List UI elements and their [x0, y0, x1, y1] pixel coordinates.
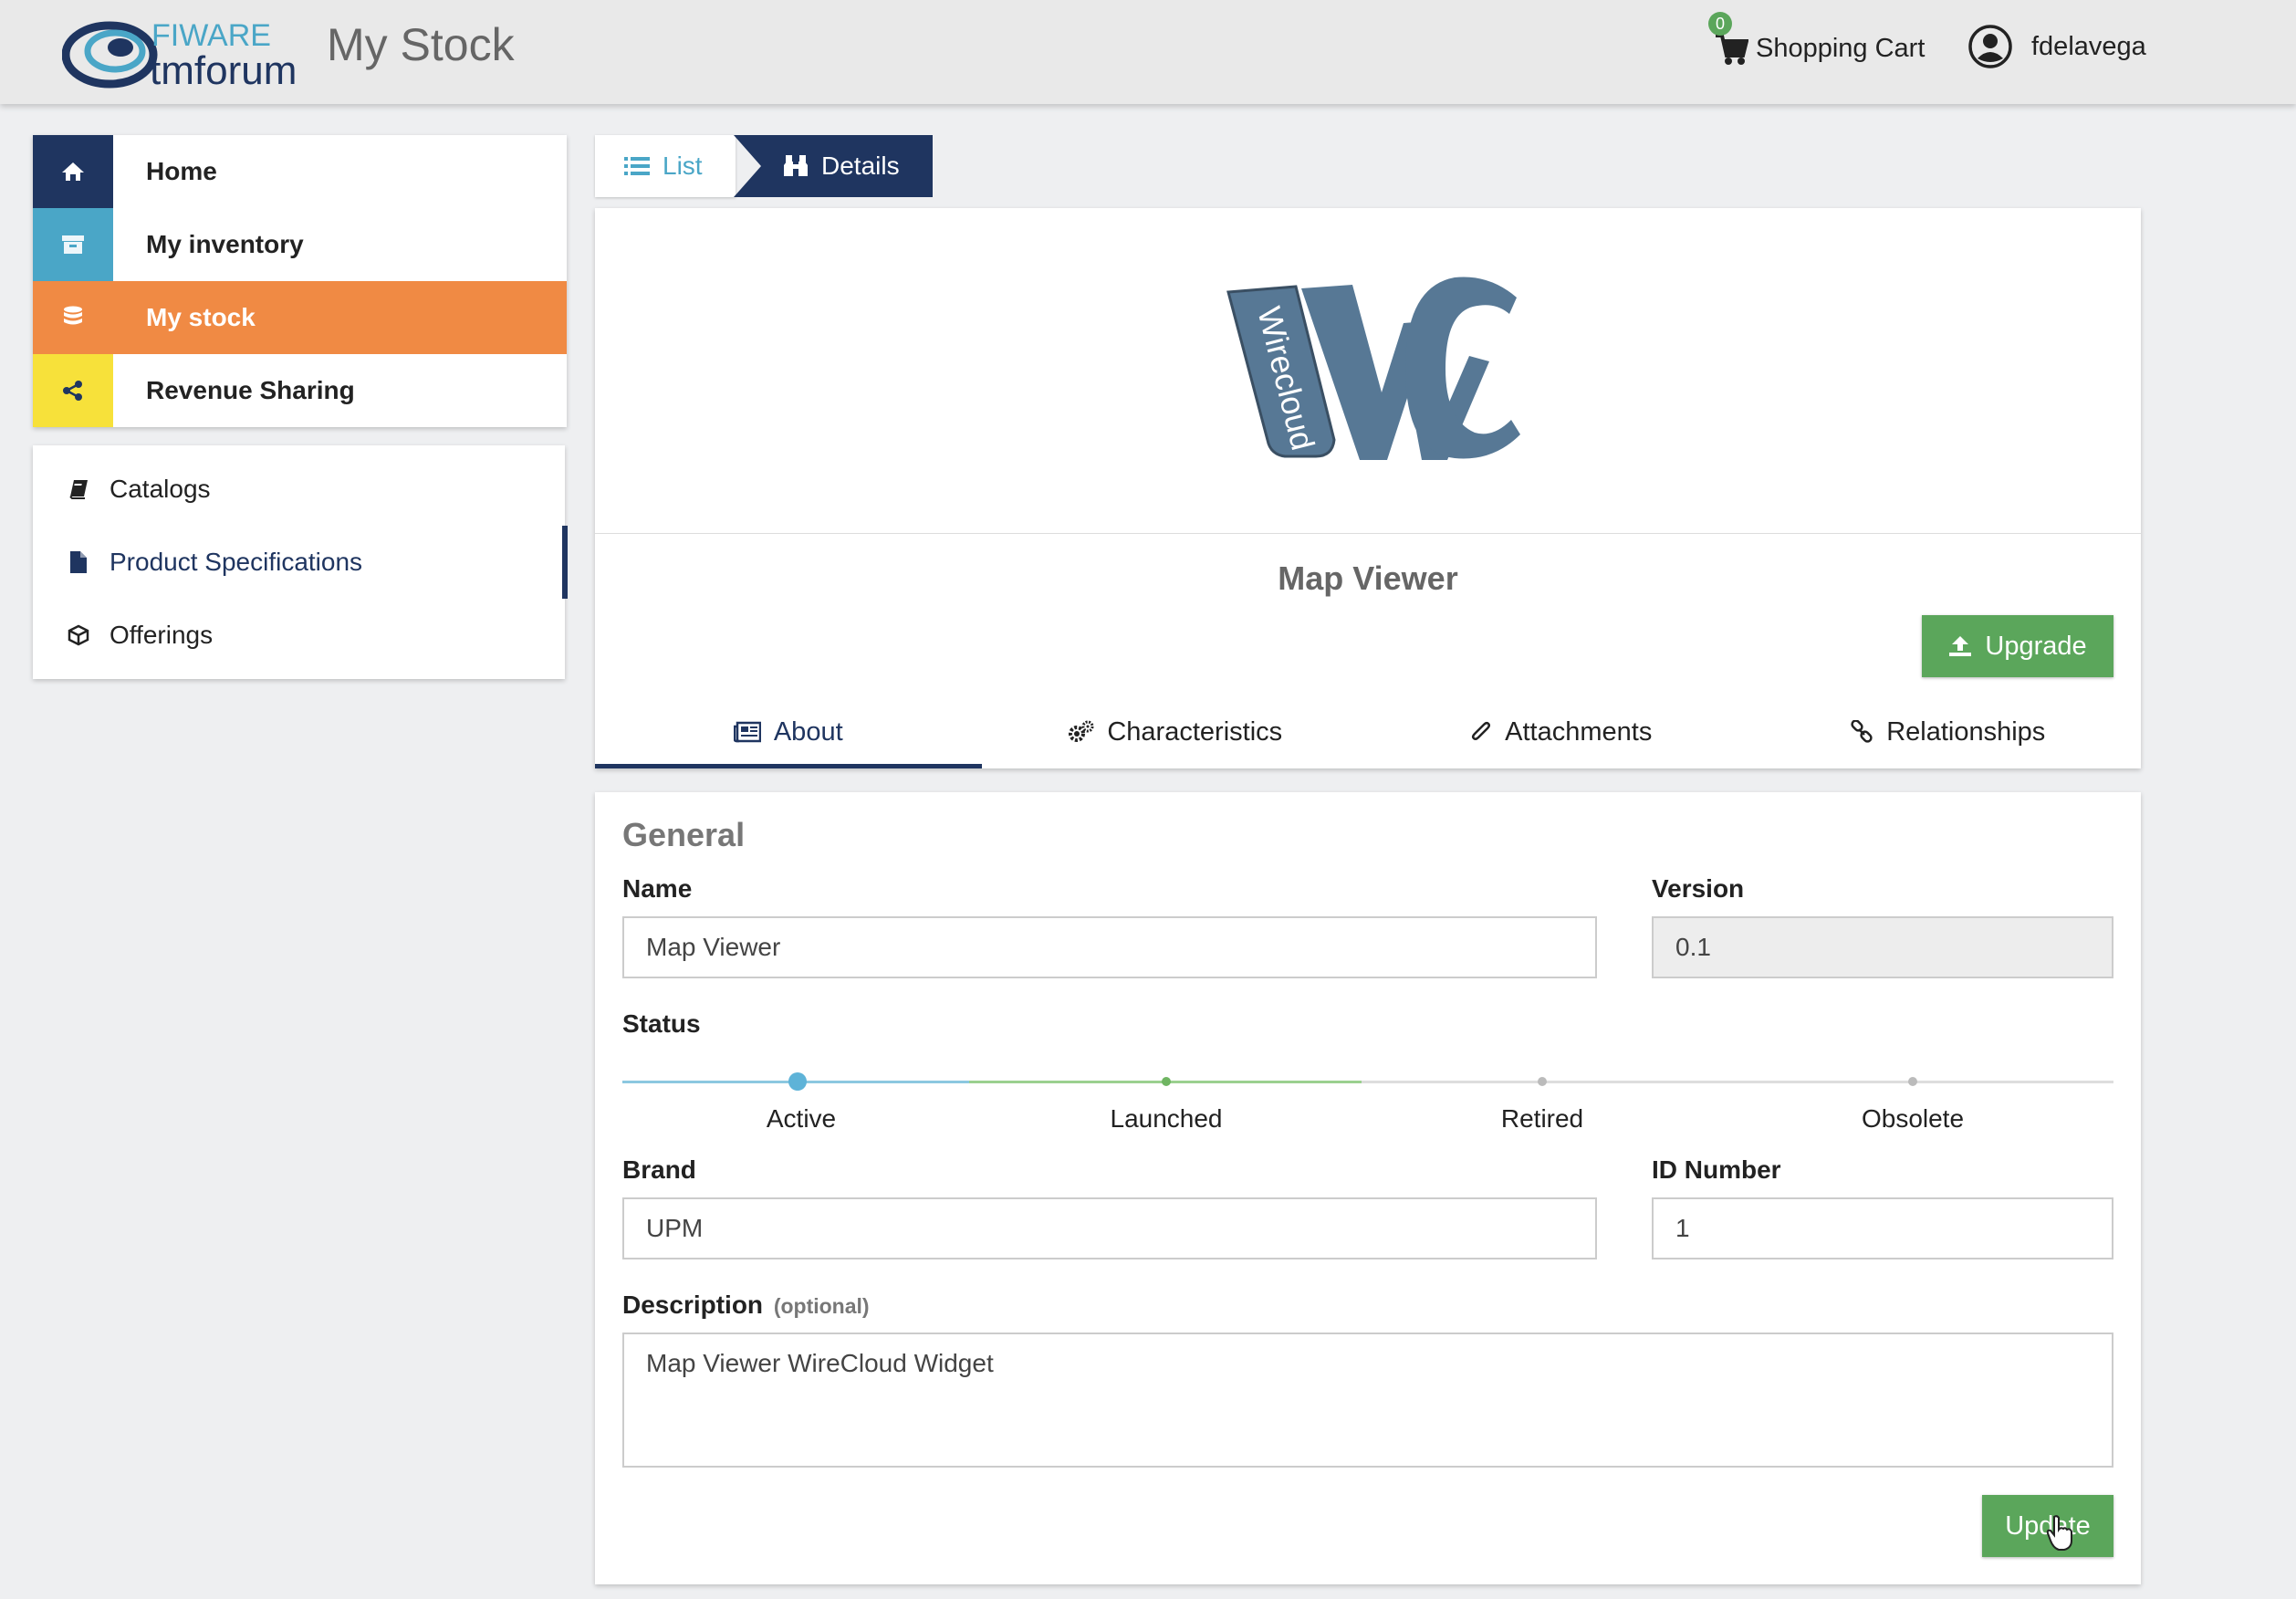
- tab-attachments[interactable]: Attachments: [1368, 695, 1755, 768]
- name-input[interactable]: [622, 916, 1597, 978]
- file-icon: [62, 550, 95, 574]
- cube-icon: [62, 624, 95, 646]
- status-step-obsolete[interactable]: Obsolete: [1862, 1104, 1964, 1134]
- shopping-cart-button[interactable]: 0 Shopping Cart: [1708, 12, 1926, 71]
- name-label: Name: [622, 874, 693, 903]
- cart-count-badge: 0: [1708, 12, 1732, 36]
- product-name: Map Viewer: [1278, 559, 1458, 597]
- share-icon: [33, 354, 113, 427]
- nav-item-label: Revenue Sharing: [146, 376, 355, 404]
- general-form: General Name Version Status Active Launc…: [595, 792, 2141, 1584]
- id-number-input[interactable]: [1652, 1197, 2113, 1259]
- cogs-icon: [1067, 720, 1094, 744]
- product-card: Wirecloud Map Viewer Upgrade About Chara…: [595, 208, 2141, 768]
- wirecloud-logo: Wirecloud: [1226, 277, 1520, 460]
- upgrade-button[interactable]: Upgrade: [1922, 615, 2113, 677]
- nav-item-my-stock[interactable]: My stock: [33, 281, 567, 354]
- user-circle-icon: [1968, 25, 2012, 68]
- status-label: Status: [622, 1009, 701, 1038]
- product-image-area: Wirecloud: [595, 208, 2141, 534]
- tab-label: Relationships: [1886, 716, 2046, 747]
- archive-icon: [33, 208, 113, 281]
- svg-text:tmforum: tmforum: [150, 48, 297, 91]
- status-selector: Active Launched Retired Obsolete: [622, 1061, 2113, 1134]
- brand-input[interactable]: [622, 1197, 1597, 1259]
- sub-item-label: Offerings: [110, 621, 214, 649]
- breadcrumb-details[interactable]: Details: [734, 135, 933, 197]
- sub-item-catalogs[interactable]: Catalogs: [33, 453, 565, 526]
- version-label: Version: [1652, 874, 1745, 903]
- nav-item-revenue-sharing[interactable]: Revenue Sharing: [33, 354, 567, 427]
- sub-item-label: Catalogs: [110, 475, 211, 503]
- sub-item-label: Product Specifications: [110, 548, 363, 576]
- cart-label: Shopping Cart: [1756, 33, 1926, 63]
- nav-item-home[interactable]: Home: [33, 135, 567, 208]
- status-step-launched[interactable]: Launched: [1110, 1104, 1222, 1134]
- tab-characteristics[interactable]: Characteristics: [982, 695, 1369, 768]
- breadcrumb-list[interactable]: List: [595, 135, 736, 197]
- status-dot-retired[interactable]: [1538, 1077, 1547, 1086]
- sub-item-offerings[interactable]: Offerings: [33, 599, 565, 672]
- upload-icon: [1948, 635, 1972, 657]
- app-title: My Stock: [327, 19, 515, 70]
- description-label-text: Description: [622, 1291, 764, 1319]
- book-icon: [62, 478, 95, 500]
- upgrade-label: Upgrade: [1985, 631, 2087, 661]
- tab-label: Attachments: [1505, 716, 1653, 747]
- home-icon: [33, 135, 113, 208]
- hand-cursor-icon: [2046, 1515, 2072, 1551]
- status-dot-launched[interactable]: [1162, 1077, 1171, 1086]
- cart-icon: 0: [1708, 12, 1749, 67]
- nav-item-label: Home: [146, 157, 217, 185]
- tab-label: About: [773, 716, 843, 747]
- breadcrumb-details-label: Details: [821, 152, 900, 180]
- newspaper-icon: [733, 721, 761, 743]
- id-number-label: ID Number: [1652, 1155, 1781, 1184]
- database-icon: [33, 281, 113, 354]
- tab-about[interactable]: About: [595, 695, 982, 768]
- sub-navigation: Catalogs Product Specifications Offering…: [33, 445, 568, 679]
- sub-item-product-specifications[interactable]: Product Specifications: [33, 526, 568, 599]
- link-icon: [1850, 720, 1873, 744]
- binoculars-icon: [783, 154, 809, 178]
- detail-tabs: About Characteristics Attachments Relati…: [595, 695, 2141, 768]
- tab-label: Characteristics: [1107, 716, 1283, 747]
- status-track-remaining: [1362, 1081, 2113, 1083]
- list-icon: [624, 156, 650, 176]
- breadcrumb-list-label: List: [663, 152, 703, 180]
- paperclip-icon: [1470, 720, 1492, 744]
- status-dot-obsolete[interactable]: [1908, 1077, 1917, 1086]
- nav-item-label: My inventory: [146, 230, 304, 258]
- tab-relationships[interactable]: Relationships: [1755, 695, 2142, 768]
- description-textarea[interactable]: Map Viewer WireCloud Widget: [622, 1332, 2113, 1468]
- status-dot-active[interactable]: [788, 1072, 807, 1091]
- description-label: Description (optional): [622, 1291, 870, 1320]
- optional-hint: (optional): [773, 1294, 870, 1318]
- section-title: General: [622, 816, 746, 853]
- username: fdelavega: [2031, 31, 2146, 61]
- status-step-active[interactable]: Active: [767, 1104, 836, 1134]
- top-header: FIWARE tmforum My Stock 0 Shopping Cart …: [0, 0, 2296, 104]
- version-input: [1652, 916, 2113, 978]
- user-menu[interactable]: fdelavega: [1967, 22, 2146, 71]
- main-navigation: Home My inventory My stock Revenue Shari…: [33, 135, 567, 427]
- nav-item-my-inventory[interactable]: My inventory: [33, 208, 567, 281]
- fiware-tmforum-logo[interactable]: FIWARE tmforum: [62, 9, 310, 91]
- brand-label: Brand: [622, 1155, 696, 1184]
- nav-item-label: My stock: [146, 303, 256, 331]
- status-step-retired[interactable]: Retired: [1501, 1104, 1583, 1134]
